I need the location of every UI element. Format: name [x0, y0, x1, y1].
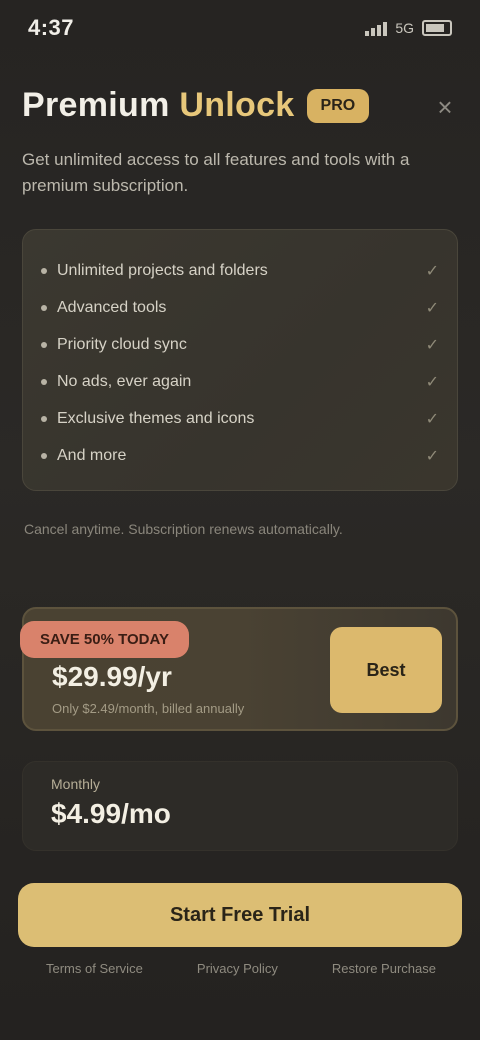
feature-item: Unlimited projects and folders ✓ — [41, 252, 439, 289]
feature-item: Advanced tools ✓ — [41, 289, 439, 326]
paywall-header: Premium Unlock PRO Get unlimited access … — [0, 56, 480, 199]
plan-options: SAVE 50% TODAY Yearly $29.99/yr Only $2.… — [0, 607, 480, 851]
restore-link[interactable]: Restore Purchase — [332, 961, 436, 976]
feature-text: No ads, ever again — [57, 372, 192, 390]
select-annual-button[interactable]: Best — [330, 627, 442, 713]
footer-links: Terms of Service Privacy Policy Restore … — [46, 961, 436, 976]
page-title: Premium Unlock — [22, 86, 295, 125]
feature-label: No ads, ever again — [41, 373, 191, 391]
fine-print: Cancel anytime. Subscription renews auto… — [24, 521, 343, 537]
paywall-screen: 4:37 5G Premium Unlock PRO Get unlimited… — [0, 0, 480, 1040]
pro-badge: PRO — [306, 88, 370, 123]
feature-text: Priority cloud sync — [57, 335, 187, 353]
feature-text: Advanced tools — [57, 298, 167, 316]
bullet-icon — [41, 304, 47, 311]
feature-list-card: Unlimited projects and folders ✓ Advance… — [22, 229, 458, 491]
feature-label: Unlimited projects and folders — [41, 262, 268, 280]
check-icon: ✓ — [425, 336, 439, 354]
page-subtitle: Get unlimited access to all features and… — [22, 150, 410, 195]
check-icon: ✓ — [425, 373, 439, 391]
bullet-icon — [41, 415, 47, 422]
feature-label: Exclusive themes and icons — [41, 410, 254, 428]
feature-text: Unlimited projects and folders — [57, 261, 268, 279]
feature-text: Exclusive themes and icons — [57, 409, 255, 427]
bullet-icon — [41, 341, 47, 348]
feature-item: No ads, ever again ✓ — [41, 363, 439, 400]
network-label: 5G — [395, 20, 414, 36]
status-time: 4:37 — [28, 15, 75, 40]
feature-label: Advanced tools — [41, 299, 166, 317]
feature-label: And more — [41, 447, 126, 465]
plan-price: $4.99/mo — [51, 798, 171, 829]
close-icon: × — [437, 91, 453, 122]
battery-icon — [422, 20, 452, 36]
check-icon: ✓ — [425, 299, 439, 317]
status-right: 5G — [363, 20, 452, 36]
discount-badge: SAVE 50% TODAY — [20, 621, 189, 658]
feature-text: And more — [57, 446, 127, 464]
terms-link[interactable]: Terms of Service — [46, 961, 143, 976]
bullet-icon — [41, 378, 47, 385]
check-icon: ✓ — [425, 447, 439, 465]
feature-item: And more ✓ — [41, 437, 439, 474]
feature-item: Exclusive themes and icons ✓ — [41, 400, 439, 437]
title-accent: Unlock — [169, 86, 295, 124]
status-left: 4:37 — [28, 15, 74, 41]
check-icon: ✓ — [425, 262, 439, 280]
title-row: Premium Unlock PRO — [22, 86, 456, 125]
start-trial-button[interactable]: Start Free Trial — [18, 883, 462, 947]
bullet-icon — [41, 267, 47, 274]
title-main: Premium — [22, 86, 170, 124]
feature-label: Priority cloud sync — [41, 336, 187, 354]
bullet-icon — [41, 452, 47, 459]
privacy-link[interactable]: Privacy Policy — [197, 961, 278, 976]
check-icon: ✓ — [425, 410, 439, 428]
feature-item: Priority cloud sync ✓ — [41, 326, 439, 363]
status-bar: 4:37 5G — [0, 0, 480, 56]
close-button[interactable]: × — [430, 92, 460, 122]
plan-monthly[interactable]: Monthly $4.99/mo — [22, 761, 458, 851]
signal-icon — [363, 20, 388, 36]
plan-period: Monthly — [51, 776, 101, 792]
